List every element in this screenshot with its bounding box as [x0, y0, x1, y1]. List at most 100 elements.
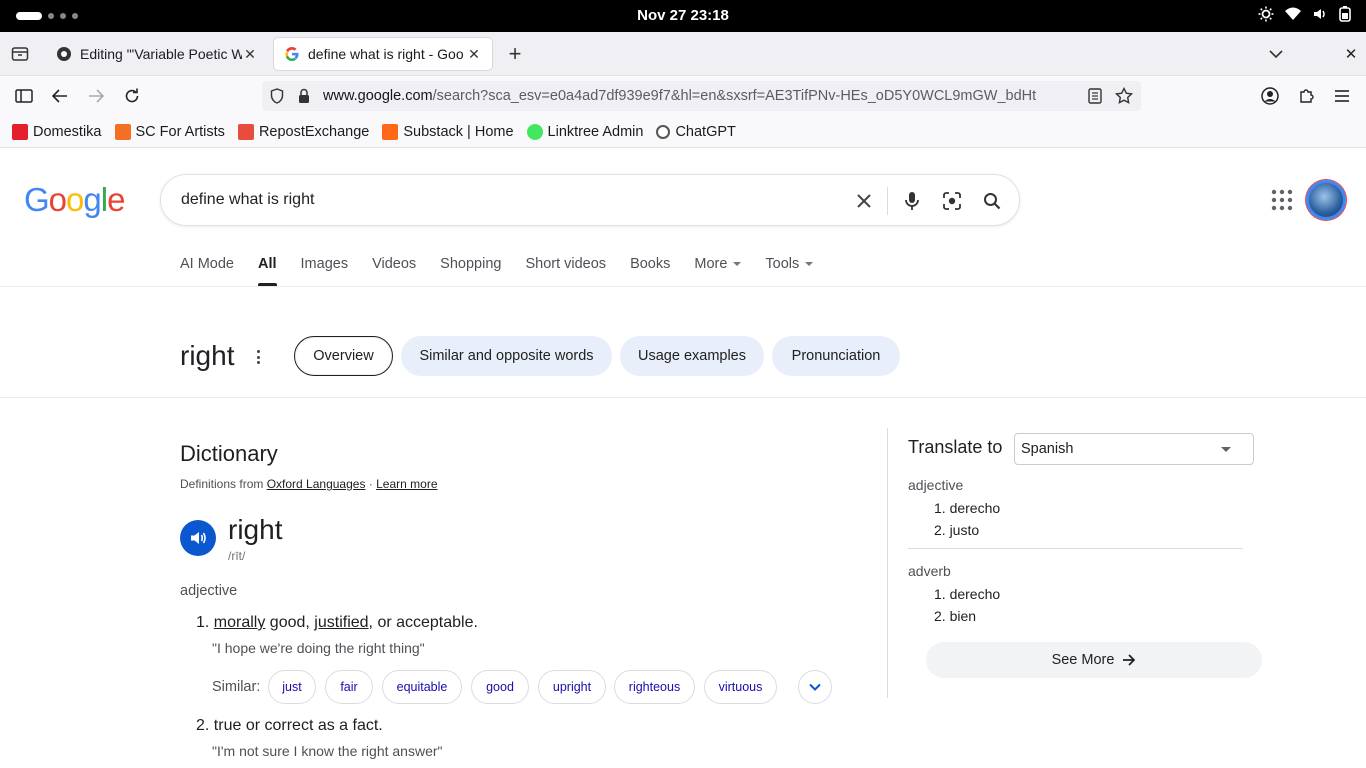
tab-tools-label: Tools	[765, 256, 800, 272]
synonym-chip[interactable]: fair	[325, 670, 373, 704]
bookmark-substack[interactable]: Substack | Home	[382, 123, 514, 140]
search-box[interactable]: define what is right	[160, 174, 1020, 226]
list-all-tabs-button[interactable]	[1264, 42, 1288, 66]
pronounce-button[interactable]	[180, 520, 216, 556]
chip-usage-examples[interactable]: Usage examples	[620, 336, 764, 376]
bookmark-label: Linktree Admin	[547, 123, 644, 140]
bookmark-label: Domestika	[33, 123, 102, 140]
synonym-chip[interactable]: righteous	[614, 670, 695, 704]
chip-overview[interactable]: Overview	[294, 336, 393, 376]
dropdown-arrow-icon	[805, 262, 814, 267]
learn-more-link[interactable]: Learn more	[376, 477, 437, 491]
oxford-languages-link[interactable]: Oxford Languages	[267, 477, 366, 491]
plus-icon: +	[508, 41, 522, 66]
voice-search-button[interactable]	[900, 189, 924, 213]
extensions-button[interactable]	[1294, 84, 1318, 108]
close-icon[interactable]: ✕	[466, 46, 482, 63]
bookmarks-bar: Domestika SC For Artists RepostExchange …	[0, 116, 1366, 148]
sidebar-toggle-button[interactable]	[12, 84, 36, 108]
search-icon	[984, 193, 1001, 210]
tab-more-label: More	[694, 256, 728, 272]
synonym-chip[interactable]: just	[268, 670, 316, 704]
search-button[interactable]	[980, 189, 1004, 213]
speaker-icon	[191, 532, 206, 544]
see-more-button[interactable]: See More	[926, 642, 1262, 678]
bookmark-linktree[interactable]: Linktree Admin	[526, 123, 644, 140]
dropdown-arrow-icon	[1221, 447, 1231, 452]
address-bar[interactable]: www.google.com/search?sca_esv=e0a4ad7df9…	[262, 81, 1141, 111]
tab-short-videos[interactable]: Short videos	[525, 256, 606, 286]
tab-overview-button[interactable]	[8, 42, 32, 66]
tab-all[interactable]: All	[258, 256, 277, 286]
menu-button[interactable]	[1330, 84, 1354, 108]
google-logo[interactable]: Google	[24, 181, 125, 219]
source-prefix: Definitions from	[180, 477, 267, 491]
lock-icon[interactable]	[298, 88, 310, 104]
bookmark-label: ChatGPT	[675, 123, 736, 140]
system-tray[interactable]	[1258, 6, 1352, 22]
chip-similar-opposite[interactable]: Similar and opposite words	[401, 336, 612, 376]
window-close-button[interactable]: ✕	[1339, 42, 1363, 66]
morally-link[interactable]: morally	[214, 614, 266, 631]
bookmark-domestika[interactable]: Domestika	[12, 123, 102, 140]
back-button[interactable]	[48, 84, 72, 108]
google-apps-button[interactable]	[1270, 188, 1294, 217]
chip-pronunciation[interactable]: Pronunciation	[772, 336, 900, 376]
reload-button[interactable]	[120, 84, 144, 108]
more-options-icon[interactable]	[252, 348, 264, 366]
translate-label: Translate to	[908, 437, 1003, 457]
soundcloud-icon	[114, 123, 131, 140]
tab-title: Editing "'Variable Poetic W	[80, 46, 242, 62]
tab-tools[interactable]: Tools	[765, 256, 814, 286]
divider	[887, 187, 888, 215]
close-icon: ✕	[1344, 46, 1358, 63]
bookmark-sc-for-artists[interactable]: SC For Artists	[114, 123, 225, 140]
synonym-chip[interactable]: upright	[538, 670, 606, 704]
forward-button[interactable]	[84, 84, 108, 108]
bookmark-star-icon[interactable]	[1115, 87, 1133, 105]
definition-text: , or acceptable.	[368, 614, 478, 631]
url-text[interactable]: www.google.com/search?sca_esv=e0a4ad7df9…	[323, 88, 1079, 104]
account-button[interactable]	[1258, 84, 1282, 108]
tab-ai-mode[interactable]: AI Mode	[180, 256, 234, 286]
wifi-icon	[1285, 7, 1301, 20]
avatar[interactable]	[1306, 180, 1346, 220]
tab-books[interactable]: Books	[630, 256, 670, 286]
clear-search-button[interactable]	[852, 189, 876, 213]
system-top-bar: Nov 27 23:18	[0, 0, 1366, 32]
microphone-icon	[905, 192, 919, 210]
synonym-chip[interactable]: good	[471, 670, 529, 704]
system-clock[interactable]: Nov 27 23:18	[0, 7, 1366, 24]
panel-divider	[887, 428, 888, 698]
language-select[interactable]: Spanish	[1014, 433, 1254, 465]
tab-images[interactable]: Images	[301, 256, 349, 286]
close-icon[interactable]: ✕	[242, 46, 258, 63]
domestika-icon	[12, 123, 28, 140]
shield-icon[interactable]	[270, 88, 284, 104]
translation-item: 1. derecho	[934, 500, 1001, 516]
search-tabs: AI Mode All Images Videos Shopping Short…	[180, 256, 837, 286]
example-2: "I'm not sure I know the right answer"	[212, 743, 443, 759]
expand-synonyms-button[interactable]	[798, 670, 832, 704]
image-search-button[interactable]	[940, 189, 964, 213]
volume-icon	[1314, 9, 1325, 19]
bookmark-repostexchange[interactable]: RepostExchange	[237, 123, 370, 140]
reader-view-icon[interactable]	[1088, 88, 1102, 104]
tab-google-search[interactable]: define what is right - Goo ✕	[274, 38, 492, 70]
synonym-chip[interactable]: equitable	[382, 670, 462, 704]
tab-videos[interactable]: Videos	[372, 256, 416, 286]
tab-editing[interactable]: Editing "'Variable Poetic W ✕	[46, 38, 268, 70]
phonetic: /rīt/	[228, 549, 246, 563]
justified-link[interactable]: justified	[314, 614, 368, 631]
search-input[interactable]: define what is right	[181, 191, 314, 209]
definition-number: 2.	[196, 717, 210, 734]
new-tab-button[interactable]: +	[503, 41, 527, 66]
bookmark-chatgpt[interactable]: ChatGPT	[656, 123, 736, 140]
chevron-down-icon	[809, 683, 821, 691]
tab-shopping[interactable]: Shopping	[440, 256, 501, 286]
puzzle-icon	[1300, 89, 1314, 103]
tab-more[interactable]: More	[694, 256, 742, 286]
synonym-chip[interactable]: virtuous	[704, 670, 777, 704]
reload-icon	[125, 88, 139, 103]
bookmark-label: RepostExchange	[258, 123, 370, 140]
